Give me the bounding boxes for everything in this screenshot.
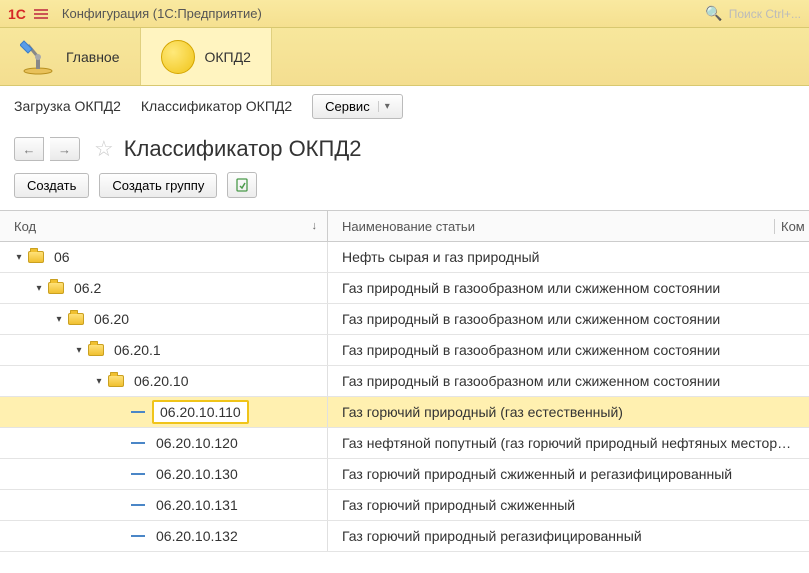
folder-icon: [68, 313, 84, 325]
cell-name: Нефть сырая и газ природный: [328, 249, 809, 265]
cell-name: Газ природный в газообразном или сжиженн…: [328, 373, 809, 389]
row-code-text: 06.20.10.110: [152, 400, 249, 424]
expander-icon[interactable]: ▾: [94, 376, 104, 387]
cell-name: Газ горючий природный (газ естественный): [328, 404, 809, 420]
cell-name: Газ природный в газообразном или сжиженн…: [328, 280, 809, 296]
cell-name: Газ горючий природный сжиженный и регази…: [328, 466, 809, 482]
row-code-text: 06: [50, 247, 74, 267]
cmd-classifier-okpd2[interactable]: Классификатор ОКПД2: [141, 98, 292, 114]
chevron-down-icon: ▾: [378, 101, 390, 112]
table-row[interactable]: ▾ 06.20 Газ природный в газообразном или с…: [0, 304, 809, 335]
item-icon: [131, 442, 145, 444]
row-code-text: 06.20.10.132: [152, 526, 242, 546]
header-name[interactable]: Наименование статьи: [328, 219, 774, 234]
favorite-star-icon[interactable]: ☆: [94, 136, 114, 162]
header-extra-label: Ком: [781, 219, 805, 234]
page-header: ← → ☆ Классификатор ОКПД2: [0, 126, 809, 170]
app-title: Конфигурация (1С:Предприятие): [62, 6, 262, 21]
table-row[interactable]: ▾ 06.20.10 Газ природный в газообразном ил…: [0, 366, 809, 397]
cell-code: ▾ 06.20.10: [0, 366, 328, 396]
cell-name: Газ природный в газообразном или сжиженн…: [328, 311, 809, 327]
cell-code: ▾ 06.20: [0, 304, 328, 334]
expander-icon[interactable]: ▾: [54, 314, 64, 325]
item-icon: [131, 504, 145, 506]
tab-home-label: Главное: [66, 49, 120, 65]
row-code-text: 06.20.10.130: [152, 464, 242, 484]
folder-icon: [48, 282, 64, 294]
page-title: Классификатор ОКПД2: [124, 136, 362, 162]
create-group-button[interactable]: Создать группу: [99, 173, 217, 198]
header-code[interactable]: Код ↓: [0, 211, 328, 241]
desk-lamp-icon: [20, 39, 56, 75]
cell-code: 06.20.10.130: [0, 459, 328, 489]
table-row[interactable]: 06.20.10.110 Газ горючий природный (газ е…: [0, 397, 809, 428]
cell-name: Газ горючий природный регазифицированный: [328, 528, 809, 544]
table-row[interactable]: 06.20.10.131 Газ горючий природный сжижен…: [0, 490, 809, 521]
section-tabs: Главное ОКПД2: [0, 28, 809, 86]
item-icon: [131, 535, 145, 537]
row-code-text: 06.20.10: [130, 371, 193, 391]
command-bar: Загрузка ОКПД2 Классификатор ОКПД2 Серви…: [0, 86, 809, 126]
logo-1c: 1C: [8, 6, 26, 22]
refresh-button[interactable]: [227, 172, 257, 198]
sort-arrow-icon: ↓: [312, 220, 318, 232]
table-row[interactable]: 06.20.10.132 Газ горючий природный регази…: [0, 521, 809, 552]
folder-icon: [28, 251, 44, 263]
create-button[interactable]: Создать: [14, 173, 89, 198]
coin-icon: [161, 40, 195, 74]
cell-code: 06.20.10.131: [0, 490, 328, 520]
tab-okpd2[interactable]: ОКПД2: [140, 28, 272, 85]
cell-code: ▾ 06.2: [0, 273, 328, 303]
cell-code: 06.20.10.132: [0, 521, 328, 551]
data-table: Код ↓ Наименование статьи Ком ▾ 06 Нефть с…: [0, 210, 809, 552]
hamburger-icon[interactable]: [34, 9, 48, 19]
titlebar: 1C Конфигурация (1С:Предприятие) 🔍 Поиск…: [0, 0, 809, 28]
item-icon: [131, 411, 145, 413]
create-label: Создать: [27, 178, 76, 193]
item-icon: [131, 473, 145, 475]
service-label: Сервис: [325, 99, 370, 114]
cell-name: Газ природный в газообразном или сжиженн…: [328, 342, 809, 358]
refresh-icon: [234, 177, 250, 193]
nav-back-button[interactable]: ←: [14, 137, 44, 161]
tab-home[interactable]: Главное: [0, 28, 140, 85]
tab-okpd2-label: ОКПД2: [205, 49, 251, 65]
cell-code: ▾ 06: [0, 242, 328, 272]
cell-code: 06.20.10.120: [0, 428, 328, 458]
table-row[interactable]: ▾ 06.2 Газ природный в газообразном или сж…: [0, 273, 809, 304]
cell-code: ▾ 06.20.1: [0, 335, 328, 365]
header-name-label: Наименование статьи: [342, 219, 475, 234]
row-code-text: 06.20.10.131: [152, 495, 242, 515]
service-button[interactable]: Сервис ▾: [312, 94, 403, 119]
expander-icon[interactable]: ▾: [34, 283, 44, 294]
table-row[interactable]: 06.20.10.120 Газ нефтяной попутный (газ г…: [0, 428, 809, 459]
cmd-load-okpd2[interactable]: Загрузка ОКПД2: [14, 98, 121, 114]
create-group-label: Создать группу: [112, 178, 204, 193]
cell-code: 06.20.10.110: [0, 397, 328, 427]
table-row[interactable]: ▾ 06 Нефть сырая и газ природный: [0, 242, 809, 273]
row-code-text: 06.20.1: [110, 340, 165, 360]
cell-name: Газ горючий природный сжиженный: [328, 497, 809, 513]
folder-icon: [108, 375, 124, 387]
table-body: ▾ 06 Нефть сырая и газ природный ▾ 06.2 Газ п…: [0, 242, 809, 552]
row-code-text: 06.20.10.120: [152, 433, 242, 453]
row-code-text: 06.2: [70, 278, 105, 298]
cell-name: Газ нефтяной попутный (газ горючий приро…: [328, 435, 809, 451]
table-row[interactable]: 06.20.10.130 Газ горючий природный сжижен…: [0, 459, 809, 490]
header-code-label: Код: [14, 219, 36, 234]
list-toolbar: Создать Создать группу: [0, 170, 809, 210]
row-code-text: 06.20: [90, 309, 133, 329]
header-extra[interactable]: Ком: [774, 219, 809, 234]
expander-icon[interactable]: ▾: [74, 345, 84, 356]
folder-icon: [88, 344, 104, 356]
search-icon[interactable]: 🔍: [705, 5, 722, 22]
table-header: Код ↓ Наименование статьи Ком: [0, 211, 809, 242]
nav-forward-button[interactable]: →: [50, 137, 80, 161]
table-row[interactable]: ▾ 06.20.1 Газ природный в газообразном или…: [0, 335, 809, 366]
search-placeholder: Поиск Ctrl+...: [729, 7, 801, 21]
expander-icon[interactable]: ▾: [14, 252, 24, 263]
